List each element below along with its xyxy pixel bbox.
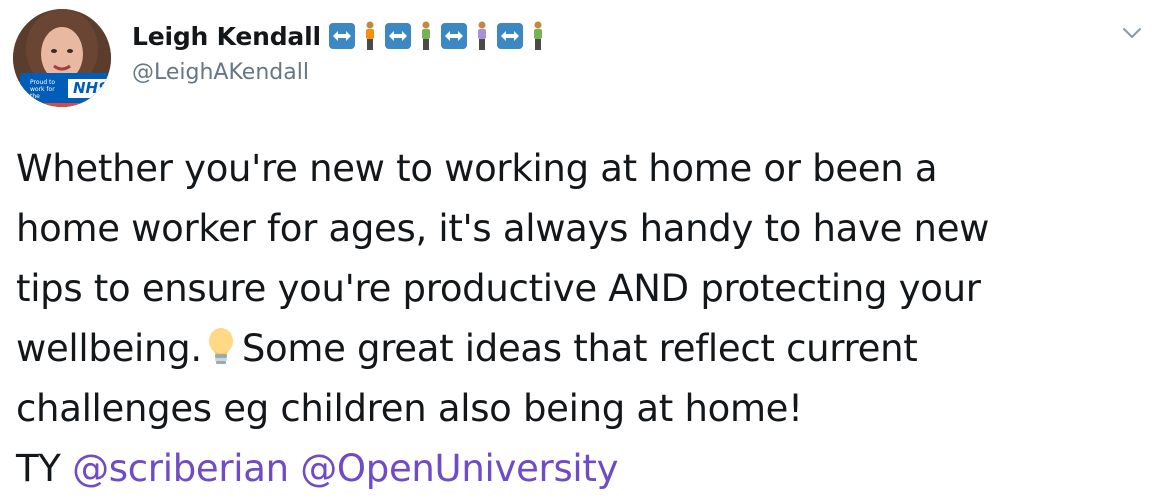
- tweet-line: wellbeing. Some great ideas that reflect …: [16, 319, 1161, 379]
- person-icon: [533, 21, 542, 50]
- tweet-line: TY @scriberian @OpenUniversity: [16, 439, 1161, 499]
- person-icon: [365, 21, 374, 50]
- left-right-arrow-icon: [384, 23, 411, 49]
- nhs-badge-text: Proud to work for the: [30, 79, 56, 100]
- left-right-arrow-icon: [328, 23, 355, 49]
- tweet-line-text: TY: [16, 447, 61, 490]
- left-right-arrow-icon: [440, 23, 467, 49]
- chevron-down-icon: [1123, 28, 1141, 38]
- light-bulb-icon: [206, 325, 236, 365]
- tweet-line: tips to ensure you're productive AND pro…: [16, 267, 981, 310]
- mention-link-openuniversity[interactable]: @OpenUniversity: [300, 447, 618, 490]
- tweet-line: challenges eg children also being at hom…: [16, 387, 803, 430]
- author-name-row: Leigh Kendall: [132, 17, 553, 55]
- name-emoji-strip: [328, 21, 553, 51]
- tweet-menu-button[interactable]: [1118, 19, 1146, 47]
- tweet-line-text: wellbeing.: [16, 327, 202, 370]
- tweet-header: Proud to work for the NHS Leigh Kendall …: [0, 0, 1167, 110]
- left-right-arrow-icon: [496, 23, 523, 49]
- person-icon: [421, 21, 430, 50]
- nhs-logo: NHS: [68, 79, 111, 98]
- tweet-line-text: Some great ideas that reflect current: [241, 327, 918, 370]
- author-display-name[interactable]: Leigh Kendall: [132, 22, 321, 51]
- tweet-line: home worker for ages, it's always handy …: [16, 207, 990, 250]
- nhs-badge: Proud to work for the NHS: [20, 73, 111, 103]
- tweet-line: Whether you're new to working at home or…: [16, 147, 938, 190]
- author-handle[interactable]: @LeighAKendall: [132, 60, 309, 85]
- avatar[interactable]: Proud to work for the NHS: [13, 9, 111, 107]
- tweet-text: Whether you're new to working at home or…: [16, 139, 1161, 499]
- person-icon: [477, 21, 486, 50]
- mention-link-scriberian[interactable]: @scriberian: [72, 447, 289, 490]
